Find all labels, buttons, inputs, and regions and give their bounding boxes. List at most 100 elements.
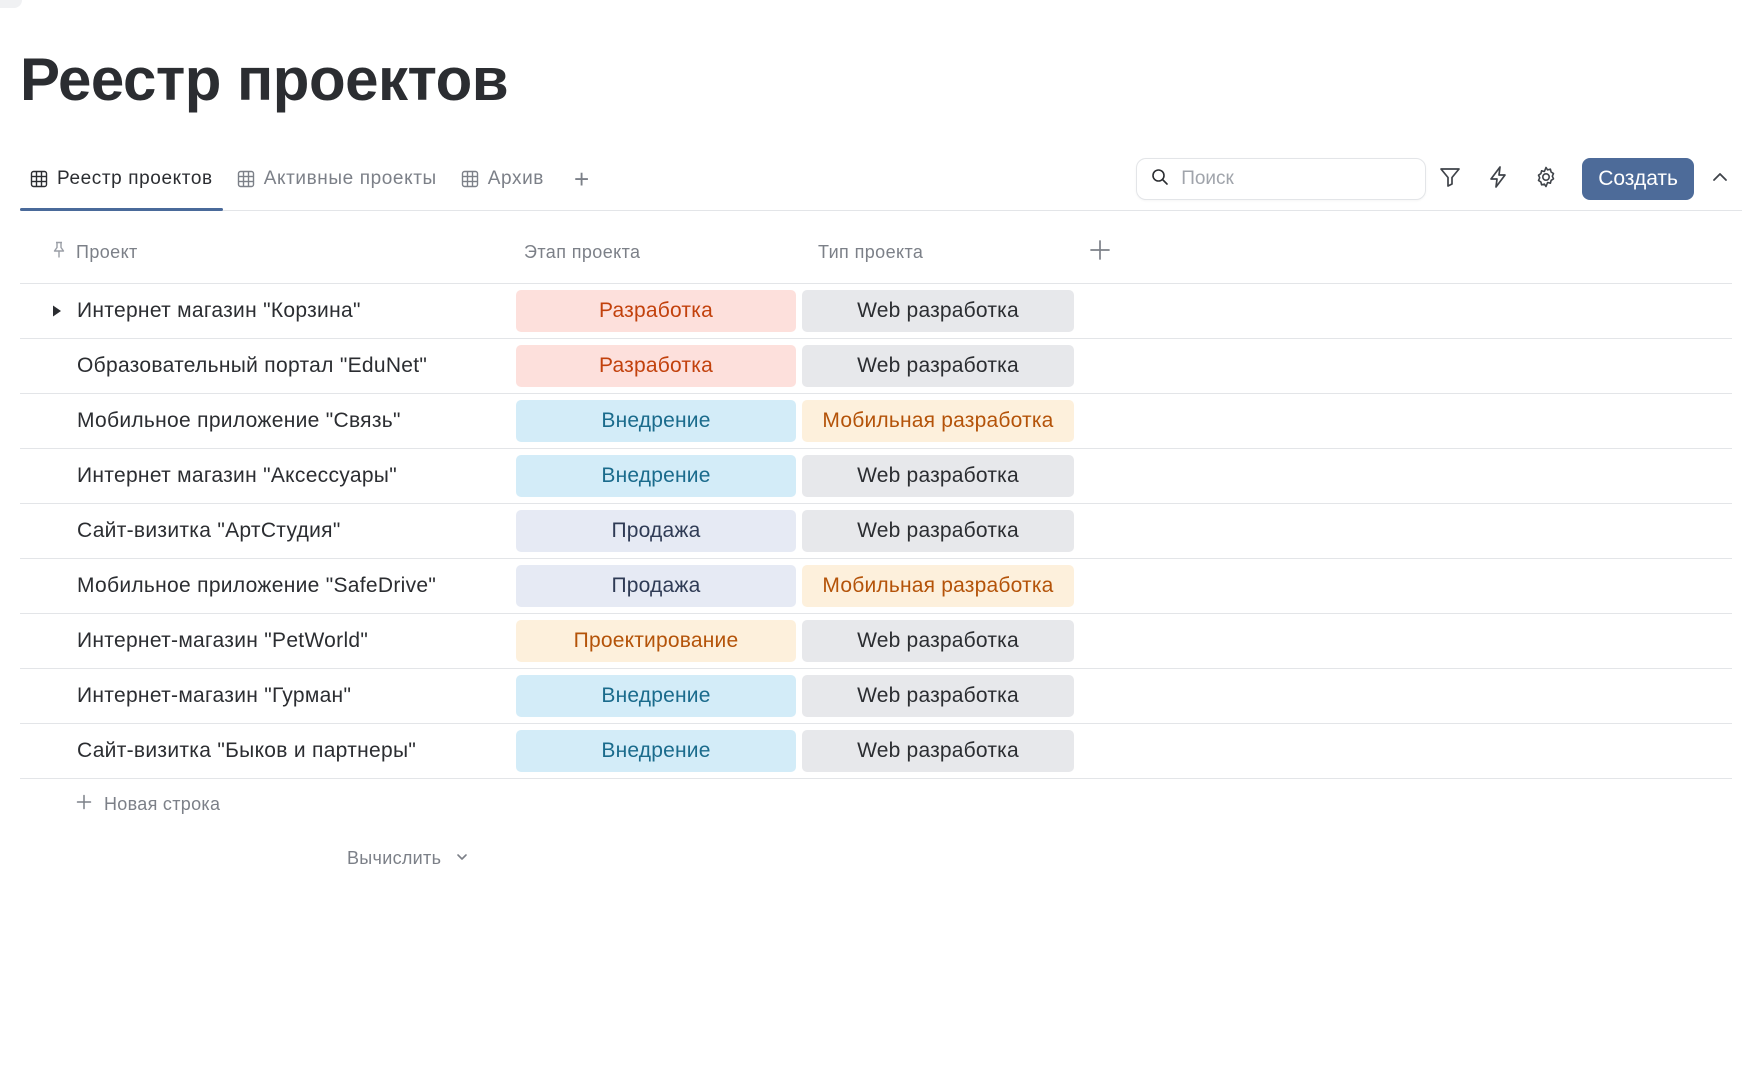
type-badge[interactable]: Web разработка — [802, 345, 1074, 387]
table-row[interactable]: Интернет магазин "Корзина" Разработка Web … — [20, 284, 1732, 339]
type-cell: Web разработка — [790, 510, 1074, 552]
collapse-button[interactable] — [1698, 157, 1742, 201]
project-cell: Интернет-магазин "Гурман" — [20, 684, 498, 708]
search-box[interactable] — [1136, 158, 1427, 200]
stage-badge[interactable]: Продажа — [516, 510, 796, 552]
automation-button[interactable] — [1474, 155, 1522, 203]
project-name[interactable]: Сайт-визитка "АртСтудия" — [58, 519, 341, 543]
type-badge[interactable]: Web разработка — [802, 730, 1074, 772]
stage-cell: Разработка — [498, 345, 796, 387]
stage-cell: Внедрение — [498, 400, 796, 442]
new-row-button[interactable]: Новая строка — [76, 794, 220, 815]
project-cell: Сайт-визитка "АртСтудия" — [20, 519, 498, 543]
gear-icon — [1534, 165, 1558, 194]
lightning-icon — [1486, 165, 1510, 194]
view-tab-bar: Реестр проектов Активные проекты Архив +… — [20, 148, 1742, 211]
table-icon — [30, 170, 48, 188]
type-badge[interactable]: Мобильная разработка — [802, 565, 1074, 607]
stage-cell: Внедрение — [498, 455, 796, 497]
toolbar: Создать — [1136, 154, 1742, 204]
table-row[interactable]: Интернет магазин "Аксессуары" Внедрение We… — [20, 449, 1732, 504]
stage-badge[interactable]: Продажа — [516, 565, 796, 607]
type-cell: Мобильная разработка — [790, 565, 1074, 607]
project-cell: Образовательный портал "EduNet" — [20, 354, 498, 378]
table-header: Проект Этап проекта Тип проекта — [20, 222, 1732, 284]
project-name[interactable]: Мобильное приложение "Связь" — [58, 409, 401, 433]
stage-badge[interactable]: Внедрение — [516, 455, 796, 497]
project-cell: Интернет-магазин "PetWorld" — [20, 629, 498, 653]
column-label: Проект — [76, 242, 138, 262]
project-cell: Сайт-визитка "Быков и партнеры" — [20, 739, 498, 763]
stage-badge[interactable]: Внедрение — [516, 730, 796, 772]
type-cell: Web разработка — [790, 290, 1074, 332]
pin-icon — [52, 241, 66, 264]
project-name[interactable]: Интернет-магазин "Гурман" — [58, 684, 351, 708]
project-name[interactable]: Образовательный портал "EduNet" — [58, 354, 427, 378]
stage-badge[interactable]: Разработка — [516, 345, 796, 387]
column-header-stage[interactable]: Этап проекта — [498, 242, 790, 263]
table-icon — [237, 170, 255, 188]
type-badge[interactable]: Web разработка — [802, 510, 1074, 552]
table-row[interactable]: Сайт-визитка "АртСтудия" Продажа Web разра… — [20, 504, 1732, 559]
table-row[interactable]: Интернет-магазин "PetWorld" Проектировани… — [20, 614, 1732, 669]
stage-badge[interactable]: Проектирование — [516, 620, 796, 662]
expand-row-button[interactable] — [20, 299, 61, 323]
tab-label: Реестр проектов — [57, 168, 213, 189]
type-badge[interactable]: Web разработка — [802, 290, 1074, 332]
project-name[interactable]: Мобильное приложение "SafeDrive" — [58, 574, 436, 598]
plus-icon — [1089, 239, 1111, 266]
stage-cell: Разработка — [498, 290, 796, 332]
type-badge[interactable]: Web разработка — [802, 455, 1074, 497]
project-cell: Мобильное приложение "Связь" — [20, 409, 498, 433]
filter-icon — [1438, 165, 1462, 194]
calculate-dropdown[interactable]: Вычислить — [347, 848, 469, 869]
table-row[interactable]: Сайт-визитка "Быков и партнеры" Внедрение… — [20, 724, 1732, 779]
search-input[interactable] — [1181, 168, 1402, 190]
project-name[interactable]: Интернет магазин "Корзина" — [58, 299, 361, 323]
table-row[interactable]: Мобильное приложение "SafeDrive" Продажа М… — [20, 559, 1732, 614]
project-name[interactable]: Интернет-магазин "PetWorld" — [58, 629, 368, 653]
stage-cell: Продажа — [498, 510, 796, 552]
table-row[interactable]: Образовательный портал "EduNet" Разработк… — [20, 339, 1732, 394]
type-badge[interactable]: Web разработка — [802, 675, 1074, 717]
chevron-up-icon — [1711, 168, 1729, 191]
tab-label: Архив — [487, 168, 544, 189]
project-cell: Интернет магазин "Корзина" — [20, 299, 498, 323]
stage-cell: Внедрение — [498, 675, 796, 717]
type-badge[interactable]: Web разработка — [802, 620, 1074, 662]
table-row[interactable]: Мобильное приложение "Связь" Внедрение Моб… — [20, 394, 1732, 449]
type-cell: Web разработка — [790, 620, 1074, 662]
search-icon — [1151, 168, 1169, 191]
add-view-button[interactable]: + — [558, 148, 605, 210]
project-cell: Мобильное приложение "SafeDrive" — [20, 574, 498, 598]
project-name[interactable]: Интернет магазин "Аксессуары" — [58, 464, 397, 488]
settings-button[interactable] — [1522, 155, 1570, 203]
table-icon — [461, 170, 479, 188]
stage-badge[interactable]: Разработка — [516, 290, 796, 332]
create-button[interactable]: Создать — [1582, 158, 1694, 200]
stage-badge[interactable]: Внедрение — [516, 400, 796, 442]
new-row-label: Новая строка — [104, 794, 221, 814]
tab-active-projects[interactable]: Активные проекты — [227, 148, 447, 210]
tab-archive[interactable]: Архив — [451, 148, 554, 210]
column-header-project[interactable]: Проект — [20, 241, 498, 264]
project-cell: Интернет магазин "Аксессуары" — [20, 464, 498, 488]
type-cell: Web разработка — [790, 345, 1074, 387]
view-tabs: Реестр проектов Активные проекты Архив + — [20, 148, 605, 211]
column-header-type[interactable]: Тип проекта — [790, 242, 1080, 263]
corner-decoration — [0, 0, 22, 8]
chevron-down-icon — [455, 848, 469, 869]
table-body: Интернет магазин "Корзина" Разработка Web … — [20, 284, 1732, 779]
plus-icon — [76, 794, 92, 815]
stage-badge[interactable]: Внедрение — [516, 675, 796, 717]
tab-registry[interactable]: Реестр проектов — [20, 148, 223, 211]
add-column-button[interactable] — [1080, 239, 1120, 266]
type-cell: Web разработка — [790, 730, 1074, 772]
stage-cell: Внедрение — [498, 730, 796, 772]
project-name[interactable]: Сайт-визитка "Быков и партнеры" — [58, 739, 416, 763]
stage-cell: Продажа — [498, 565, 796, 607]
table-row[interactable]: Интернет-магазин "Гурман" Внедрение Web ра… — [20, 669, 1732, 724]
type-badge[interactable]: Мобильная разработка — [802, 400, 1074, 442]
filter-button[interactable] — [1426, 155, 1474, 203]
type-cell: Мобильная разработка — [790, 400, 1074, 442]
